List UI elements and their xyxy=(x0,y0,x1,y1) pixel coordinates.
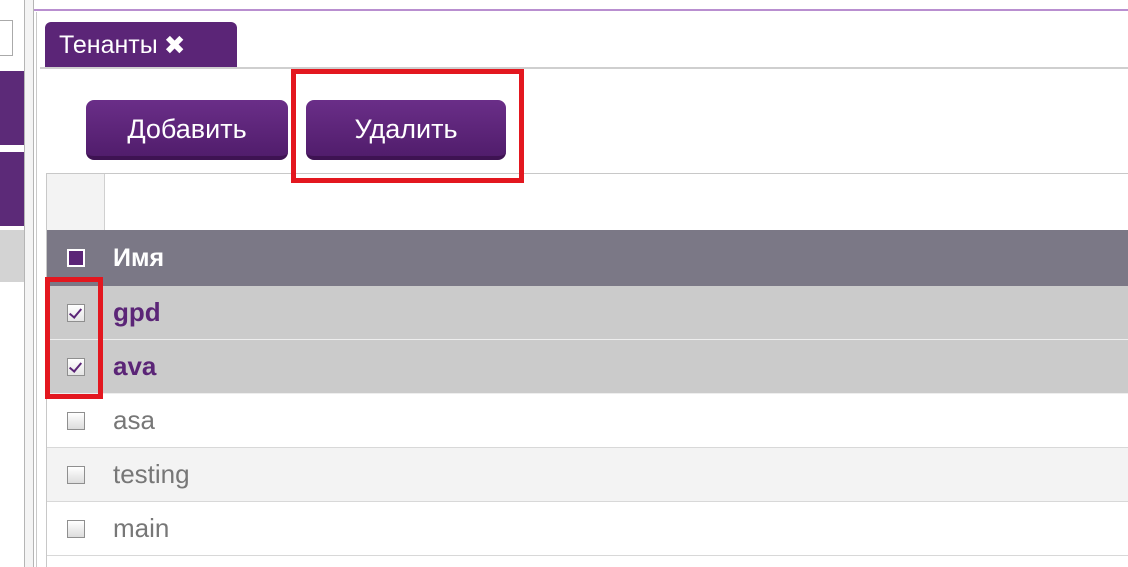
row-name: asa xyxy=(113,405,155,435)
row-checkbox[interactable] xyxy=(67,411,85,430)
row-check-cell xyxy=(47,394,105,447)
panel-splitter-edge xyxy=(34,12,37,567)
column-header-name[interactable]: Имя xyxy=(113,230,164,286)
app-window: Тенанты ✖ Добавить Удалить Имя gpd ava a… xyxy=(0,0,1128,567)
close-icon[interactable]: ✖ xyxy=(164,22,186,68)
panel-splitter[interactable] xyxy=(24,0,34,567)
select-all-checkbox[interactable] xyxy=(67,249,85,267)
tenants-grid: Имя gpd ava asa testing main xyxy=(46,173,1128,567)
table-row[interactable]: ava xyxy=(47,340,1128,394)
row-check-cell xyxy=(47,448,105,501)
row-checkbox[interactable] xyxy=(67,465,85,484)
row-name: ava xyxy=(113,351,157,381)
left-panel-input[interactable] xyxy=(0,20,13,56)
filter-row[interactable] xyxy=(47,174,1128,230)
row-name: gpd xyxy=(113,297,161,327)
row-check-cell xyxy=(47,502,105,555)
add-button[interactable]: Добавить xyxy=(86,100,288,160)
row-checkbox[interactable] xyxy=(67,519,85,538)
table-row[interactable]: asa xyxy=(47,394,1128,448)
table-row[interactable]: gpd xyxy=(47,286,1128,340)
left-panel-nav-item-1[interactable] xyxy=(0,71,24,145)
filter-cell-check xyxy=(47,174,105,230)
highlight-delete-button xyxy=(291,69,524,183)
left-panel-nav-item-2[interactable] xyxy=(0,152,24,226)
highlight-selected-checkboxes xyxy=(45,277,103,399)
table-row[interactable]: main xyxy=(47,502,1128,556)
table-row[interactable]: testing xyxy=(47,448,1128,502)
top-border-line xyxy=(34,9,1128,11)
left-panel-nav-item-3[interactable] xyxy=(0,230,24,282)
tab-label: Тенанты xyxy=(59,31,158,59)
row-name: main xyxy=(113,513,170,543)
grid-header-row: Имя xyxy=(47,230,1128,286)
tab-tenants[interactable]: Тенанты ✖ xyxy=(45,22,237,68)
tab-strip-divider xyxy=(40,67,1128,69)
row-name: testing xyxy=(113,459,190,489)
